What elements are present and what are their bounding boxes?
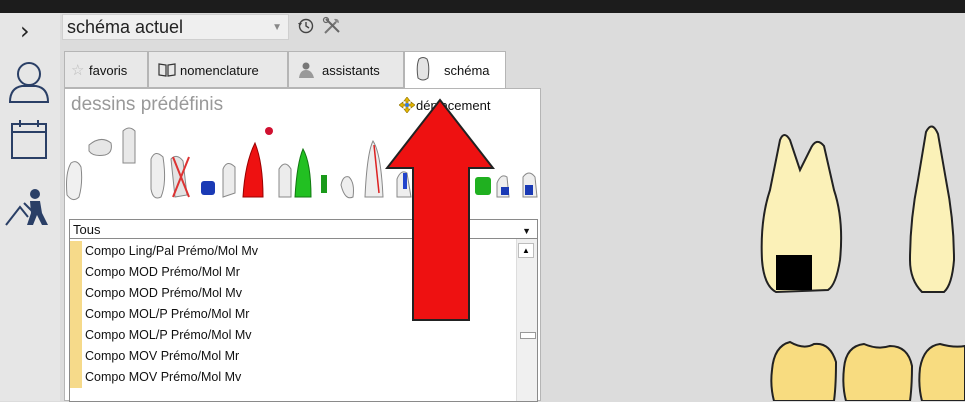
list-item-swatch [70, 283, 82, 304]
drawing-tooth-10[interactable] [294, 147, 312, 198]
list-item-swatch [70, 262, 82, 283]
tab-nomenclature[interactable]: nomenclature [148, 51, 288, 88]
chevron-right-icon[interactable]: › [20, 19, 30, 43]
drawing-tooth-3[interactable] [122, 127, 136, 164]
scroll-thumb[interactable] [520, 332, 536, 339]
drawing-tooth-5[interactable] [170, 155, 190, 198]
list-item-label: Compo MOL/P Prémo/Mol Mv [85, 328, 252, 342]
category-filter-value: Tous [73, 222, 101, 237]
schema-selector[interactable]: schéma actuel ▼ [62, 14, 289, 40]
tab-schema-label: schéma [444, 63, 490, 78]
drawing-tooth-17[interactable] [522, 172, 538, 198]
chevron-down-icon: ▼ [272, 22, 282, 33]
list-item[interactable]: Compo MOL/P Prémo/Mol Mv [70, 325, 510, 346]
drawing-tooth-8[interactable] [242, 127, 273, 198]
list-item-swatch [70, 241, 82, 262]
chart-tooth-upper-right[interactable] [908, 125, 956, 293]
drawing-tooth-12[interactable] [340, 176, 354, 199]
drawing-tooth-7[interactable] [222, 163, 236, 198]
worker-icon[interactable] [2, 185, 56, 231]
list-item-swatch [70, 346, 82, 367]
drawing-tooth-4[interactable] [150, 153, 166, 199]
chart-tooth-upper-left[interactable] [760, 134, 843, 294]
dental-chart[interactable] [740, 110, 965, 401]
drawing-tooth-16[interactable] [496, 175, 510, 198]
drawing-tooth-9[interactable] [278, 163, 292, 198]
list-item-label: Compo MOV Prémo/Mol Mr [85, 349, 240, 363]
chevron-down-icon: ▼ [522, 226, 531, 236]
arrow-up-annotation [385, 98, 495, 321]
tab-assistants[interactable]: assistants [288, 51, 404, 88]
calendar-icon[interactable] [2, 118, 56, 164]
chart-tooth-lower-2[interactable] [842, 342, 914, 401]
schema-selector-value: schéma actuel [67, 17, 184, 37]
list-scrollbar[interactable]: ▲ [516, 239, 537, 401]
tooth-icon [416, 57, 430, 81]
drawing-tooth-13[interactable] [364, 140, 384, 198]
list-item-label: Compo MOL/P Prémo/Mol Mr [85, 307, 250, 321]
left-rail: › [0, 13, 60, 401]
drawing-tooth-1[interactable] [66, 161, 83, 201]
list-item-label: Compo Ling/Pal Prémo/Mol Mv [85, 244, 258, 258]
list-item-swatch [70, 325, 82, 346]
list-item-swatch [70, 367, 82, 388]
history-icon[interactable] [297, 17, 315, 35]
tab-assistants-label: assistants [322, 63, 380, 78]
window-top-bar [0, 0, 965, 13]
assistant-icon [299, 62, 314, 78]
tab-favoris[interactable]: ☆ favoris [64, 51, 148, 88]
tab-favoris-label: favoris [89, 63, 128, 78]
panel-title: dessins prédéfinis [71, 94, 224, 115]
book-icon [158, 63, 176, 77]
tab-nomenclature-label: nomenclature [180, 63, 259, 78]
scroll-up-button[interactable]: ▲ [518, 243, 534, 258]
list-item[interactable]: Compo MOV Prémo/Mol Mr [70, 346, 510, 367]
chart-tooth-lower-3[interactable] [918, 342, 965, 401]
drawing-tooth-11[interactable] [321, 175, 327, 193]
chart-tooth-lower-1[interactable] [770, 340, 838, 401]
list-item-label: Compo MOD Prémo/Mol Mr [85, 265, 240, 279]
star-icon: ☆ [71, 62, 85, 79]
list-item-label: Compo MOV Prémo/Mol Mv [85, 370, 242, 384]
list-item-label: Compo MOD Prémo/Mol Mv [85, 286, 242, 300]
list-item-swatch [70, 304, 82, 325]
user-icon[interactable] [2, 58, 56, 104]
drawing-tooth-2[interactable] [88, 139, 112, 156]
list-item[interactable]: Compo MOV Prémo/Mol Mv [70, 367, 510, 388]
drawing-tooth-6[interactable] [201, 181, 215, 195]
tools-icon[interactable] [322, 16, 342, 36]
tab-schema[interactable]: schéma [404, 51, 506, 89]
